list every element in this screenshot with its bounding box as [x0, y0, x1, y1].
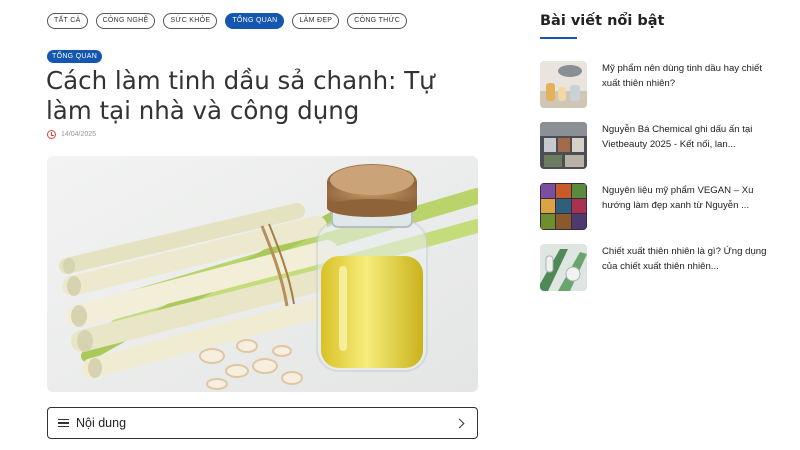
- featured-article-title[interactable]: Nguyễn Bá Chemical ghi dấu ấn tại Vietbe…: [602, 122, 774, 169]
- featured-article-thumbnail[interactable]: [540, 61, 587, 108]
- featured-article-item[interactable]: Nguyễn Bá Chemical ghi dấu ấn tại Vietbe…: [540, 122, 780, 169]
- featured-article-thumbnail[interactable]: [540, 183, 587, 230]
- featured-article-thumbnail[interactable]: [540, 122, 587, 169]
- sidebar-title-underline: [540, 37, 577, 39]
- featured-article-title[interactable]: Mỹ phẩm nên dùng tinh dầu hay chiết xuất…: [602, 61, 774, 108]
- category-filter: TẤT CẢ CÔNG NGHỆ SỨC KHỎE TỔNG QUAN LÀM …: [47, 13, 408, 29]
- featured-article-title[interactable]: Chiết xuất thiên nhiên là gì? Ứng dụng c…: [602, 244, 774, 291]
- category-pill-technology[interactable]: CÔNG NGHỆ: [95, 13, 156, 29]
- category-pill-all[interactable]: TẤT CẢ: [47, 13, 88, 29]
- featured-article-thumbnail[interactable]: [540, 244, 587, 291]
- chevron-right-icon: [454, 418, 465, 428]
- article-hero-image: [47, 156, 478, 392]
- category-pill-overview[interactable]: TỔNG QUAN: [225, 13, 285, 29]
- article-date-text: 14/04/2025: [61, 131, 97, 138]
- featured-article-item[interactable]: Chiết xuất thiên nhiên là gì? Ứng dụng c…: [540, 244, 780, 291]
- clock-icon: [47, 130, 56, 139]
- sidebar-title: Bài viết nổi bật: [540, 13, 665, 29]
- toc-label: Nội dung: [76, 416, 127, 430]
- category-pill-health[interactable]: SỨC KHỎE: [163, 13, 218, 29]
- article-date: 14/04/2025: [47, 130, 96, 139]
- category-pill-beauty[interactable]: LÀM ĐẸP: [292, 13, 340, 29]
- table-of-contents-toggle[interactable]: Nội dung: [47, 407, 478, 439]
- article-title: Cách làm tinh dầu sả chanh: Tự làm tại n…: [46, 66, 435, 125]
- featured-article-item[interactable]: Mỹ phẩm nên dùng tinh dầu hay chiết xuất…: [540, 61, 780, 108]
- article-category-badge[interactable]: TỔNG QUAN: [47, 50, 103, 63]
- hamburger-icon: [58, 418, 69, 428]
- featured-article-title[interactable]: Nguyên liệu mỹ phẩm VEGAN – Xu hướng làm…: [602, 183, 774, 230]
- category-pill-recipes[interactable]: CÔNG THỨC: [347, 13, 408, 29]
- featured-article-item[interactable]: Nguyên liệu mỹ phẩm VEGAN – Xu hướng làm…: [540, 183, 780, 230]
